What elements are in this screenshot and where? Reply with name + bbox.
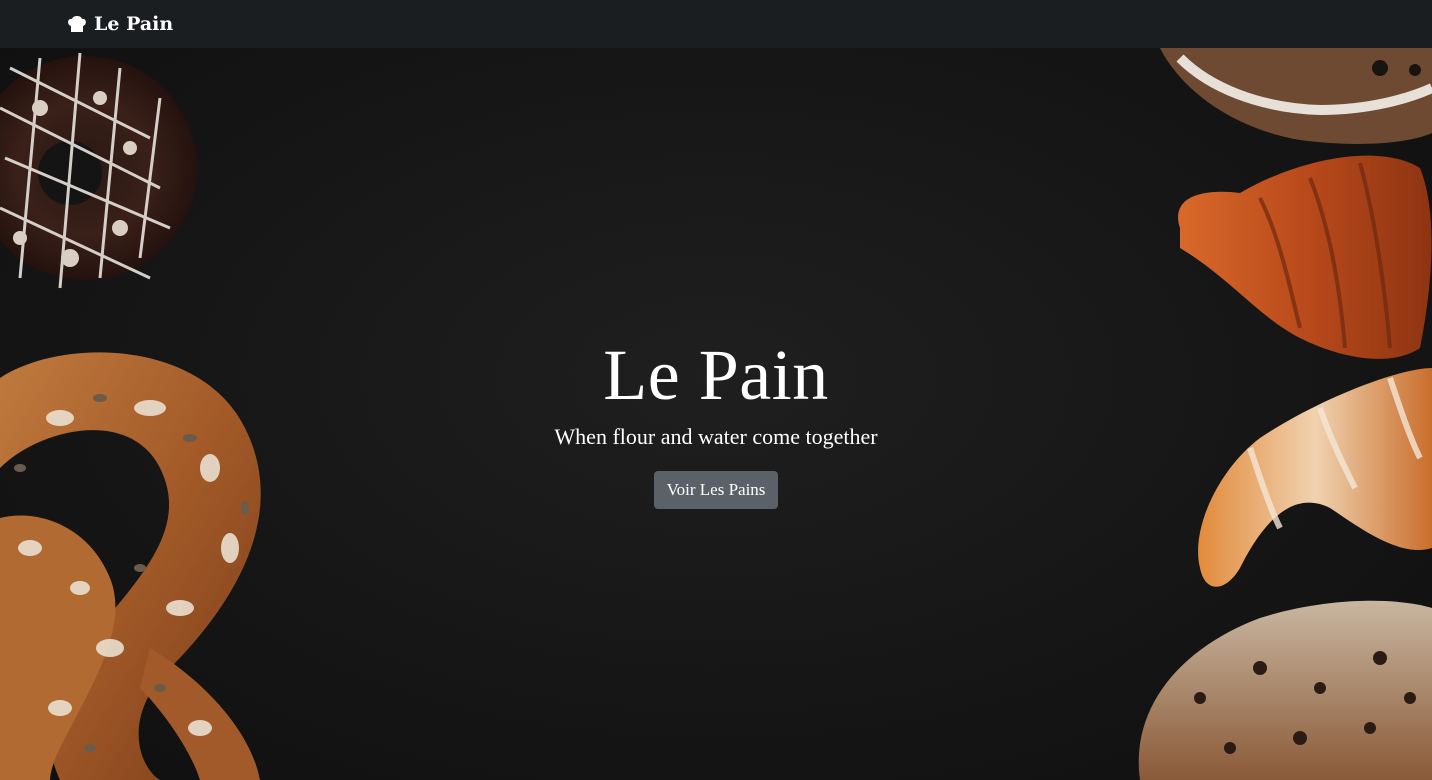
chef-hat-icon [66, 14, 88, 34]
top-navbar: Le Pain [0, 0, 1432, 48]
hero-content: Le Pain When flour and water come togeth… [0, 331, 1432, 509]
brand-link[interactable]: Le Pain [66, 13, 173, 35]
hero-section: Le Pain When flour and water come togeth… [0, 48, 1432, 780]
raisin-loaf-image [1138, 600, 1432, 780]
donut-image [0, 52, 197, 289]
brand-text: Le Pain [94, 13, 174, 35]
hero-title: Le Pain [603, 335, 829, 415]
hero-subtitle: When flour and water come together [554, 424, 878, 449]
pastry-image [1160, 48, 1432, 144]
voir-les-pains-button[interactable]: Voir Les Pains [653, 471, 779, 509]
croissant-image [1178, 155, 1432, 359]
